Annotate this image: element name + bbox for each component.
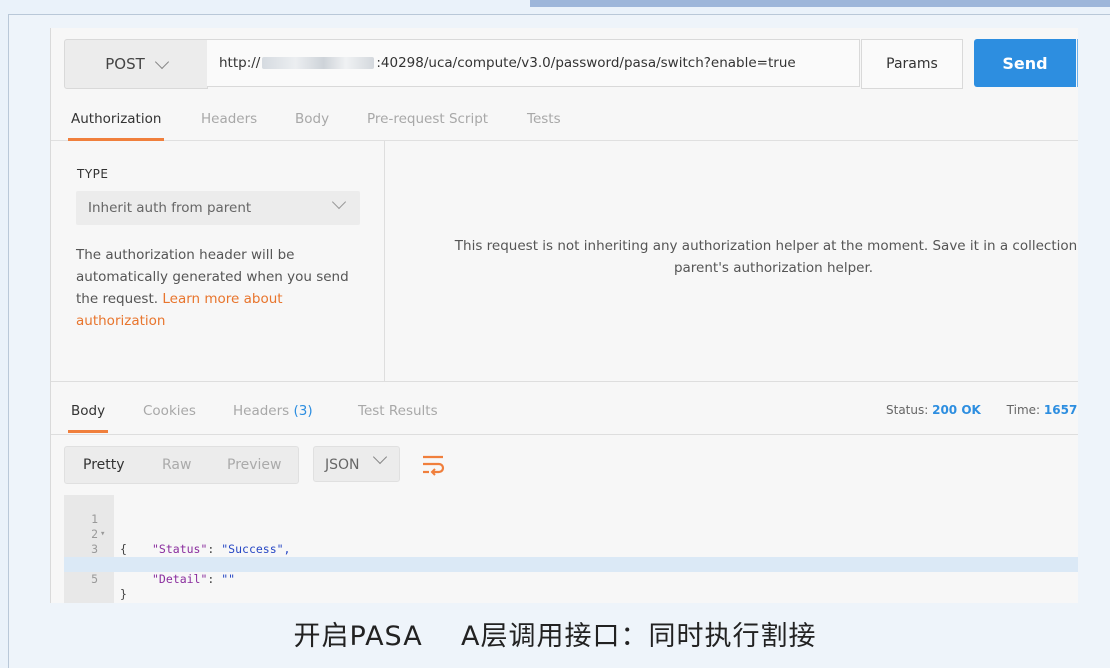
url-input[interactable]: http:// :40298/uca/compute/v3.0/password… bbox=[207, 39, 860, 87]
code-line-active: 5 } bbox=[64, 557, 1078, 601]
inherit-message-line1: This request is not inheriting any autho… bbox=[454, 238, 1078, 254]
code-line: 1 ▾ { bbox=[64, 497, 1078, 556]
response-tabs: Body Cookies Headers (3) Test Results St… bbox=[51, 392, 1078, 435]
view-pretty-button[interactable]: Pretty bbox=[83, 447, 125, 483]
send-options-button[interactable] bbox=[1077, 39, 1078, 87]
url-suffix: :40298/uca/compute/v3.0/password/pasa/sw… bbox=[376, 55, 796, 71]
tab-pre-request-script[interactable]: Pre-request Script bbox=[367, 100, 488, 140]
view-mode-group: Pretty Raw Preview bbox=[64, 446, 299, 484]
auth-description: The authorization header will be automat… bbox=[76, 244, 371, 332]
send-button[interactable]: Send bbox=[974, 39, 1076, 87]
auth-type-pane: TYPE Inherit auth from parent The author… bbox=[51, 141, 385, 381]
code-line: 3 "Message": "", bbox=[64, 527, 1078, 571]
json-value: "" bbox=[221, 572, 236, 586]
tab-tests[interactable]: Tests bbox=[527, 100, 561, 140]
tab-response-headers[interactable]: Headers (3) bbox=[233, 392, 313, 432]
response-body-editor[interactable]: 1 ▾ { 2 "Status": "Success", 3 "Message"… bbox=[64, 495, 1078, 603]
inherit-message: This request is not inheriting any autho… bbox=[451, 235, 1078, 279]
tab-headers[interactable]: Headers bbox=[201, 100, 257, 140]
auth-type-label: TYPE bbox=[77, 167, 109, 181]
line-number: 5 bbox=[91, 572, 98, 586]
method-select[interactable]: POST bbox=[64, 39, 208, 89]
auth-type-select[interactable]: Inherit auth from parent bbox=[76, 191, 360, 225]
format-value: JSON bbox=[325, 457, 360, 473]
request-url-bar: POST http:// :40298/uca/compute/v3.0/pas… bbox=[64, 39, 1078, 89]
method-label: POST bbox=[105, 55, 145, 73]
url-prefix: http:// bbox=[219, 55, 261, 71]
params-button[interactable]: Params bbox=[861, 39, 963, 89]
code-text: "Detail": "" bbox=[152, 572, 236, 586]
format-select[interactable]: JSON bbox=[313, 446, 400, 482]
wrap-lines-icon[interactable] bbox=[418, 449, 448, 479]
tab-response-body[interactable]: Body bbox=[67, 392, 109, 433]
code-line: 2 "Status": "Success", bbox=[64, 512, 1078, 556]
response-status: Status: 200 OK Time: 16571 bbox=[886, 403, 1078, 417]
code-line: 4 "Detail": "" bbox=[64, 542, 1078, 586]
request-tabs: Authorization Headers Body Pre-request S… bbox=[51, 100, 1078, 141]
slide-caption: 开启PASA A层调用接口：同时执行割接 bbox=[293, 621, 817, 652]
view-preview-button[interactable]: Preview bbox=[227, 447, 282, 483]
postman-panel: POST http:// :40298/uca/compute/v3.0/pas… bbox=[50, 28, 1078, 603]
tab-authorization[interactable]: Authorization bbox=[67, 100, 165, 141]
headers-count-badge: (3) bbox=[293, 403, 313, 419]
redacted-host bbox=[262, 57, 375, 69]
code-text: } bbox=[120, 587, 127, 601]
time-value: 16571 bbox=[1043, 403, 1078, 417]
tab-cookies[interactable]: Cookies bbox=[143, 392, 196, 432]
section-divider bbox=[51, 381, 1078, 382]
view-raw-button[interactable]: Raw bbox=[162, 447, 191, 483]
tab-body[interactable]: Body bbox=[295, 100, 329, 140]
status-value: 200 OK bbox=[932, 403, 981, 417]
inherit-message-line2: parent's authorization helper. bbox=[673, 260, 874, 276]
json-key: "Detail" bbox=[152, 572, 208, 586]
response-headers-label: Headers bbox=[233, 403, 290, 419]
auth-detail-pane: This request is not inheriting any autho… bbox=[385, 141, 1078, 381]
window-top-accent bbox=[530, 0, 1110, 7]
chevron-down-icon bbox=[372, 449, 388, 465]
time-label: Time: bbox=[1006, 403, 1041, 417]
status-label: Status: bbox=[886, 403, 929, 417]
tab-test-results[interactable]: Test Results bbox=[358, 392, 438, 432]
chevron-down-icon bbox=[331, 194, 347, 210]
chevron-down-icon bbox=[154, 54, 169, 69]
auth-type-value: Inherit auth from parent bbox=[88, 200, 252, 216]
